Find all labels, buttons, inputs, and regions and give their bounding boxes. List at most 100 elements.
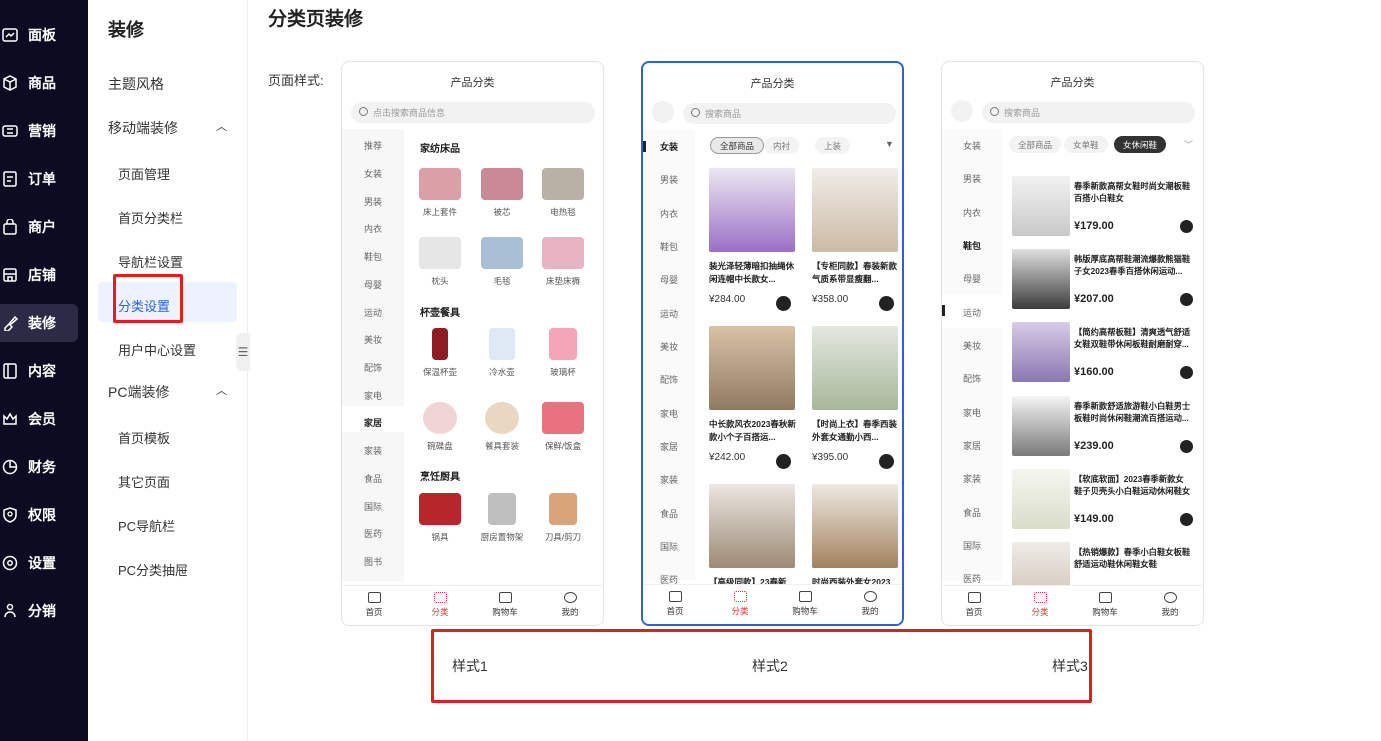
cart-icon[interactable] (1180, 220, 1193, 233)
filter-chip[interactable]: 内衬 (764, 137, 800, 154)
tab-mine[interactable]: 我的 (850, 591, 890, 617)
category-item[interactable]: 美妆 (942, 339, 1002, 352)
tab-home[interactable]: 首页 (354, 592, 394, 618)
submenu-pc-category-drawer[interactable]: PC分类抽屉 (118, 560, 188, 579)
category-item[interactable]: 国际 (942, 539, 1002, 552)
category-item[interactable]: 推荐 (342, 139, 404, 152)
category-item[interactable]: 内衣 (643, 207, 695, 220)
category-item[interactable]: 食品 (342, 472, 404, 485)
chevron-down-icon[interactable]: ﹀ (1184, 138, 1193, 151)
filter-chip[interactable]: 女单鞋 (1064, 136, 1108, 153)
filter-chip[interactable]: 全部商品 (1009, 136, 1062, 153)
category-item[interactable]: 配饰 (643, 373, 695, 386)
category-item[interactable]: 食品 (942, 506, 1002, 519)
cart-icon[interactable] (1180, 293, 1193, 306)
filter-chip-active[interactable]: 女休闲鞋 (1114, 136, 1167, 153)
style-preview-2[interactable]: 产品分类 搜索商品 女装 男装 内衣 鞋包 母婴 运动 美妆 配饰 家电 家居 … (641, 61, 904, 626)
submenu-home-category-bar[interactable]: 首页分类栏 (118, 208, 183, 227)
product-item[interactable]: 玻璃杯 (536, 328, 590, 378)
chevron-up-icon[interactable]: ︿ (216, 118, 227, 134)
goods-row[interactable]: 【软底软面】2023春季新款女鞋子贝壳头小白鞋运动休闲鞋女 ¥149.00 (1012, 469, 1194, 531)
product-item[interactable]: 厨房置物架 (475, 493, 529, 543)
tab-mine[interactable]: 我的 (550, 592, 590, 618)
tab-home[interactable]: 首页 (954, 592, 994, 618)
chevron-up-icon[interactable]: ︿ (216, 382, 227, 398)
submenu-theme[interactable]: 主题风格 (108, 74, 164, 94)
product-item[interactable]: 床上套件 (413, 168, 467, 218)
cart-icon[interactable] (1180, 366, 1193, 379)
submenu-pc-navbar[interactable]: PC导航栏 (118, 516, 175, 535)
product-item[interactable]: 枕头 (413, 237, 467, 287)
category-item[interactable]: 食品 (643, 507, 695, 520)
category-item[interactable]: 国际 (643, 540, 695, 553)
search-input[interactable]: 搜索商品 (683, 103, 896, 124)
category-item[interactable]: 家居 (942, 439, 1002, 452)
nav-item-content[interactable]: 内容 (0, 352, 78, 390)
category-item[interactable]: 母婴 (942, 272, 1002, 285)
nav-item-permission[interactable]: 权限 (0, 496, 78, 534)
goods-card[interactable]: 【专柜同款】春装新款气质系带显瘦翻... ¥358.00 (812, 168, 902, 311)
category-item[interactable]: 家电 (942, 406, 1002, 419)
nav-item-marketing[interactable]: 营销 (0, 112, 78, 150)
goods-card[interactable]: 装光泽轻薄暗扣抽绳休闲连帽中长款女... ¥284.00 (709, 168, 799, 311)
category-item[interactable]: 配饰 (342, 361, 404, 374)
category-item[interactable]: 家装 (342, 444, 404, 457)
goods-card[interactable]: 中长款风衣2023春秋新款小个子百搭运... ¥242.00 (709, 326, 799, 469)
nav-item-store[interactable]: 店铺 (0, 256, 78, 294)
nav-item-member[interactable]: 会员 (0, 400, 78, 438)
tab-cart[interactable]: 购物车 (1085, 592, 1125, 618)
goods-row[interactable]: 【简约高帮板鞋】清爽透气舒适女鞋双鞋带休闲板鞋耐磨耐穿... ¥160.00 (1012, 322, 1194, 384)
category-item[interactable]: 家电 (643, 407, 695, 420)
search-input[interactable]: 搜索商品 (982, 102, 1195, 123)
nav-item-distribution[interactable]: 分销 (0, 592, 78, 630)
nav-item-dashboard[interactable]: 面板 (0, 16, 78, 54)
dropdown-triangle-icon[interactable]: ▼ (885, 139, 894, 149)
collapse-sidebar-icon[interactable]: ☰ (236, 333, 250, 371)
category-item[interactable]: 美妆 (342, 333, 404, 346)
goods-card[interactable]: 【时尚上衣】春季西装外套女通勤小西... ¥395.00 (812, 326, 902, 469)
category-item[interactable]: 配饰 (942, 372, 1002, 385)
nav-item-decoration[interactable]: 装修 (0, 304, 78, 342)
filter-chip[interactable]: 上装 (815, 137, 851, 154)
category-item[interactable]: 家电 (342, 389, 404, 402)
product-item[interactable]: 被芯 (475, 168, 529, 218)
cart-icon[interactable] (776, 454, 791, 469)
category-item[interactable]: 家装 (942, 472, 1002, 485)
nav-item-orders[interactable]: 订单 (0, 160, 78, 198)
submenu-pc-home-template[interactable]: 首页模板 (118, 428, 170, 447)
submenu-mobile-group[interactable]: 移动端装修 (108, 118, 178, 138)
category-item[interactable]: 内衣 (342, 222, 404, 235)
category-item[interactable]: 医药 (342, 527, 404, 540)
category-item[interactable]: 男装 (942, 172, 1002, 185)
product-item[interactable]: 床垫床褥 (536, 237, 590, 287)
tab-cart[interactable]: 购物车 (785, 591, 825, 617)
submenu-pc-other-pages[interactable]: 其它页面 (118, 472, 170, 491)
product-item[interactable]: 冷水壶 (475, 328, 529, 378)
category-item[interactable]: 运动 (342, 306, 404, 319)
submenu-navbar-settings[interactable]: 导航栏设置 (118, 252, 183, 271)
category-item[interactable]: 家居 (643, 440, 695, 453)
filter-chip-active[interactable]: 全部商品 (710, 137, 765, 154)
submenu-user-center[interactable]: 用户中心设置 (118, 340, 196, 359)
home-icon[interactable] (951, 100, 973, 122)
cart-icon[interactable] (1180, 440, 1193, 453)
product-item[interactable]: 毛毯 (475, 237, 529, 287)
category-item[interactable]: 母婴 (342, 278, 404, 291)
category-item[interactable]: 鞋包 (643, 240, 695, 253)
nav-item-goods[interactable]: 商品 (0, 64, 78, 102)
category-item[interactable]: 鞋包 (342, 250, 404, 263)
category-item[interactable]: 女装 (342, 167, 404, 180)
category-item[interactable]: 内衣 (942, 206, 1002, 219)
product-item[interactable]: 碗碟盘 (413, 402, 467, 452)
category-item[interactable]: 运动 (643, 307, 695, 320)
category-item[interactable]: 国际 (342, 500, 404, 513)
product-item[interactable]: 保鲜/饭盒 (536, 402, 590, 452)
nav-item-settings[interactable]: 设置 (0, 544, 78, 582)
tab-mine[interactable]: 我的 (1150, 592, 1190, 618)
tab-category[interactable]: 分类 (1020, 592, 1060, 618)
product-item[interactable]: 锅具 (413, 493, 467, 543)
cart-icon[interactable] (1180, 513, 1193, 526)
category-item[interactable]: 男装 (342, 195, 404, 208)
category-item[interactable]: 女装 (942, 139, 1002, 152)
category-item[interactable]: 运动 (942, 306, 1002, 319)
